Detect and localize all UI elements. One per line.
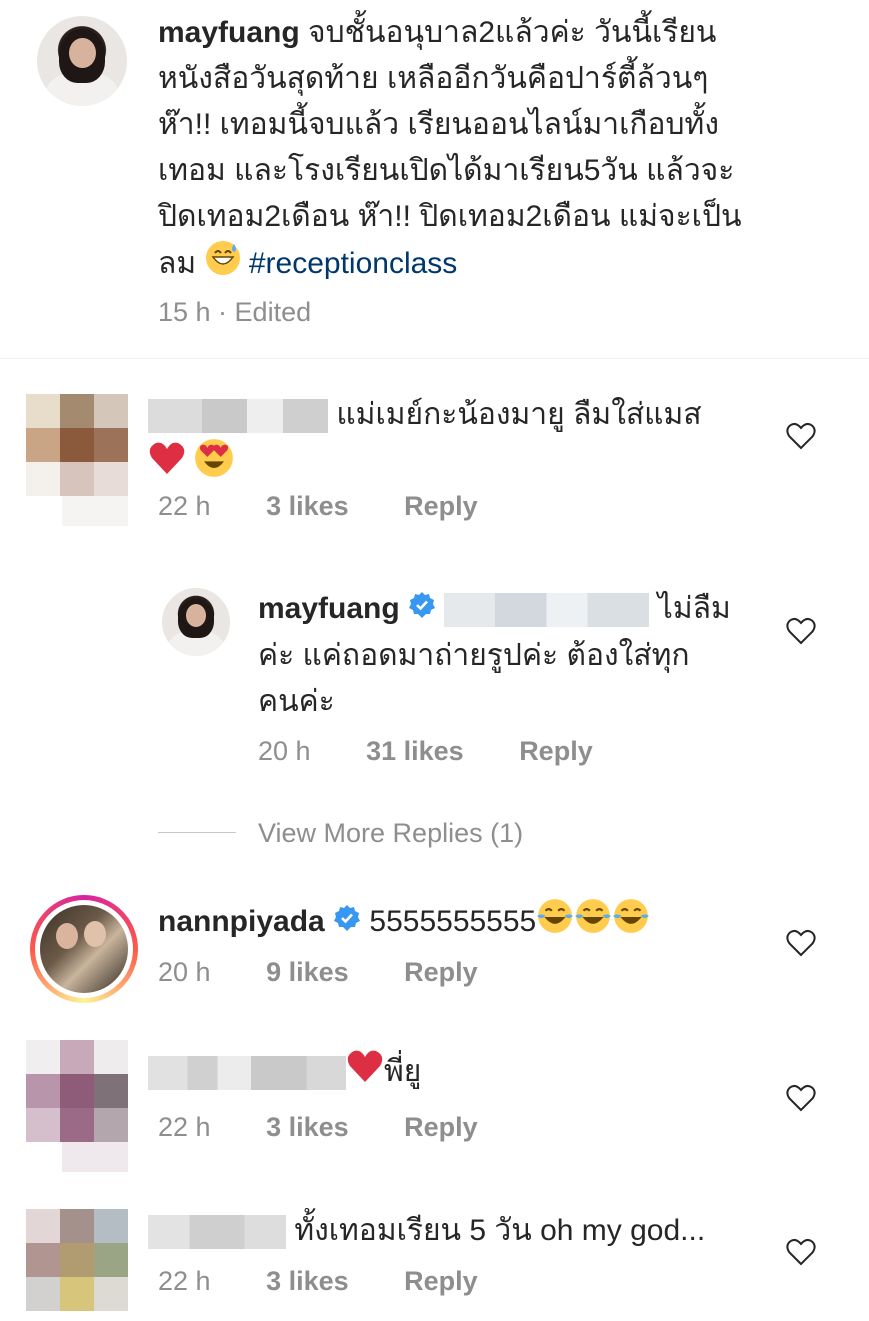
heart-outline-icon[interactable] [786,1238,816,1266]
red-heart-emoji [346,1048,384,1098]
reply-button[interactable]: Reply [519,736,593,766]
blurred-username [148,1056,346,1090]
comment-meta: 22 h 3 likes Reply [158,1266,478,1296]
tears-of-joy-emoji [612,897,650,949]
comment-meta: 22 h 3 likes Reply [158,1112,478,1142]
blurred-mention [444,593,650,628]
heart-eyes-emoji [194,438,234,492]
comment-text: แม่เมย์กะน้องมายู ลืมใส่แมส [148,392,778,492]
pixelated-avatar [26,1040,128,1142]
heart-outline-icon[interactable] [786,617,816,645]
red-heart-emoji [148,440,186,490]
pixelated-avatar [26,394,128,496]
pixelated-avatar-tail [62,1142,128,1172]
reply-author-avatar[interactable] [162,588,230,656]
likes-count[interactable]: 3 likes [266,491,349,521]
hashtag-link[interactable]: #receptionclass [249,247,457,280]
verified-badge-icon [333,900,361,946]
comment-author-username[interactable]: nannpiyada [158,905,325,938]
reply-author-username[interactable]: mayfuang [258,592,400,625]
comment-text: nannpiyada 5555555555 [158,897,778,949]
comment-meta: 20 h 9 likes Reply [158,957,478,987]
post-timestamp: 15 h · Edited [158,297,312,327]
reply-button[interactable]: Reply [404,957,478,987]
heart-outline-icon[interactable] [786,422,816,450]
grinning-sweat-emoji [205,240,241,290]
comment-text: พี่ยู [148,1048,778,1098]
blurred-username [148,399,328,434]
likes-count[interactable]: 31 likes [366,736,464,766]
view-more-line [158,832,236,833]
reply-meta: 20 h 31 likes Reply [258,736,593,766]
comment-meta: 22 h 3 likes Reply [158,491,478,521]
pixelated-avatar [26,1209,128,1311]
likes-count[interactable]: 3 likes [266,1112,349,1142]
post-caption: mayfuang จบชั้นอนุบาล2แล้วค่ะ วันนี้เรีย… [158,10,838,290]
heart-outline-icon[interactable] [786,1084,816,1112]
likes-count[interactable]: 9 likes [266,957,349,987]
comment-text: ทั้งเทอมเรียน 5 วัน oh my god... [148,1208,778,1254]
likes-count[interactable]: 3 likes [266,1266,349,1296]
view-more-replies-link[interactable]: View More Replies (1) [258,818,523,849]
post-author-avatar[interactable] [37,16,127,106]
verified-badge-icon [408,587,436,633]
tears-of-joy-emoji [574,897,612,949]
heart-outline-icon[interactable] [786,929,816,957]
reply-button[interactable]: Reply [404,491,478,521]
reply-button[interactable]: Reply [404,1266,478,1296]
post-author-username[interactable]: mayfuang [158,16,300,49]
story-ring-avatar[interactable] [30,895,138,1003]
reply-text: mayfuang ไม่ลืม ค่ะ แค่ถอดมาถ่ายรูปค่ะ ต… [258,586,778,725]
tears-of-joy-emoji [536,897,574,949]
divider [0,358,869,359]
blurred-username [148,1215,286,1250]
pixelated-avatar-tail [62,496,128,526]
reply-button[interactable]: Reply [404,1112,478,1142]
